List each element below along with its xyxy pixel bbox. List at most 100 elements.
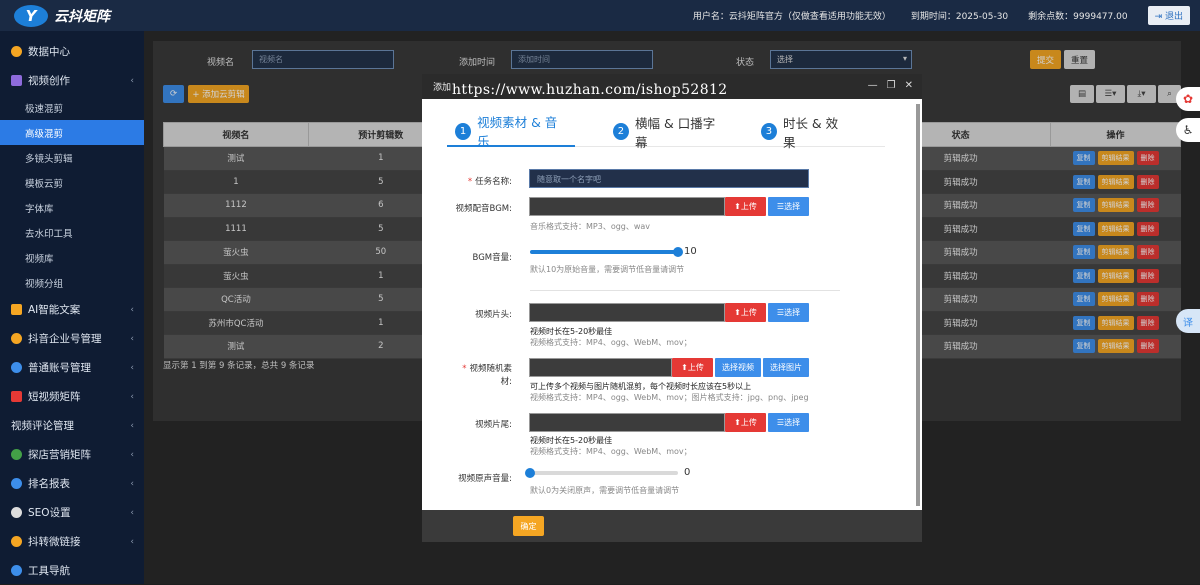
sidebar-subitem[interactable]: 视频库: [0, 245, 144, 270]
step-number: 2: [612, 123, 630, 140]
step-tabs: 1 视频素材 & 音乐 2 横幅 & 口播字幕 3 时长 & 效果: [447, 115, 885, 150]
chevron-down-icon: ‹: [130, 391, 134, 402]
tail-upload-button[interactable]: ⬆ 上传: [725, 413, 766, 432]
logout-icon: ⇥: [1154, 12, 1165, 22]
sidebar-item-ai-copy[interactable]: AI智能文案 ‹: [0, 295, 144, 324]
sidebar-item-label: 探店营销矩阵: [28, 449, 91, 461]
sidebar-item-seo[interactable]: SEO设置 ‹: [0, 498, 144, 527]
modal-footer: 确定: [422, 510, 922, 542]
sidebar-item-rank-report[interactable]: 排名报表 ‹: [0, 469, 144, 498]
sidebar-item-link-convert[interactable]: 抖转微链接 ‹: [0, 527, 144, 556]
bgm-volume-slider[interactable]: [530, 247, 683, 257]
random-material-label: * 视频随机素材:: [462, 364, 512, 387]
choose-image-button[interactable]: 选择图片: [763, 358, 809, 377]
bgm-label: 视频配音BGM:: [455, 204, 512, 214]
logout-button[interactable]: ⇥ 退出: [1147, 6, 1190, 25]
video-tail-label: 视频片尾:: [475, 420, 512, 430]
matrix-icon: [11, 391, 22, 402]
sidebar-item-label: SEO设置: [28, 507, 71, 519]
random-upload-button[interactable]: ⬆ 上传: [672, 358, 713, 377]
sidebar-item-video-create[interactable]: 视频创作 ‹: [0, 66, 144, 95]
bgm-choose-button[interactable]: ☰ 选择: [768, 197, 809, 216]
original-volume-slider[interactable]: [525, 468, 678, 478]
step-label: 时长 & 效果: [782, 115, 839, 150]
sidebar-item-normal-account[interactable]: 普通账号管理 ‹: [0, 353, 144, 382]
logo-mark: Y: [14, 4, 48, 27]
original-volume-value: 0: [684, 467, 691, 478]
video-tail-input[interactable]: [529, 413, 725, 432]
list-icon: ☰: [776, 418, 785, 427]
head-upload-button[interactable]: ⬆ 上传: [725, 303, 766, 322]
sidebar-item-label: 短视频矩阵: [28, 391, 81, 403]
choose-label: 选择: [784, 418, 801, 427]
close-icon[interactable]: ✕: [905, 80, 913, 91]
tail-duration-hint: 视频时长在5-20秒最佳: [530, 436, 613, 445]
account-icon: [11, 362, 22, 373]
bgm-volume-hint: 默认10为原始音量，需要调节低音量请调节: [530, 265, 685, 274]
original-volume-label: 视频原声音量:: [458, 474, 512, 484]
random-material-input[interactable]: [529, 358, 672, 377]
minimize-icon[interactable]: —: [868, 80, 878, 91]
sidebar-subitem[interactable]: 字体库: [0, 195, 144, 220]
bgm-upload-button[interactable]: ⬆ 上传: [725, 197, 766, 216]
translate-icon[interactable]: 译: [1176, 309, 1200, 333]
ai-icon: [11, 304, 22, 315]
link-icon: [11, 536, 22, 547]
sidebar-item-label: 视频创作: [28, 75, 70, 87]
modal-title: 添加: [433, 83, 452, 93]
upload-label: 上传: [687, 363, 704, 372]
sidebar-subitem[interactable]: 视频分组: [0, 270, 144, 295]
upload-icon: ⬆: [734, 308, 741, 317]
logo-text: 云抖矩阵: [54, 8, 110, 25]
sidebar-item-tool-nav[interactable]: 工具导航: [0, 556, 144, 585]
head-duration-hint: 视频时长在5-20秒最佳: [530, 327, 613, 336]
sidebar-item-label: 抖转微链接: [28, 536, 81, 548]
choose-video-button[interactable]: 选择视频: [715, 358, 761, 377]
tab-step-3[interactable]: 3 时长 & 效果: [760, 116, 847, 150]
head-choose-button[interactable]: ☰ 选择: [768, 303, 809, 322]
choose-label: 选择: [784, 308, 801, 317]
divider: [530, 290, 840, 291]
side-float-icon[interactable]: ✿: [1176, 87, 1200, 111]
random-material-hint: 可上传多个视频与图片随机混剪，每个视频时长应该在5秒以上: [530, 382, 752, 391]
dashboard-icon: [11, 46, 22, 57]
modal-scrollbar[interactable]: [916, 104, 920, 506]
remaining-points: 剩余点数：9999477.00: [1028, 12, 1128, 22]
sidebar-subitem[interactable]: 极速混剪: [0, 95, 144, 120]
accessibility-icon[interactable]: ♿: [1176, 118, 1200, 142]
step-label: 视频素材 & 音乐: [477, 115, 558, 149]
sidebar-item-data-center[interactable]: 数据中心: [0, 37, 144, 66]
slider-handle[interactable]: [673, 247, 683, 257]
sidebar-subitem[interactable]: 去水印工具: [0, 220, 144, 245]
sidebar-item-douyin-enterprise[interactable]: 抖音企业号管理 ‹: [0, 324, 144, 353]
tab-step-2[interactable]: 2 横幅 & 口播字幕: [612, 116, 723, 150]
video-head-input[interactable]: [529, 303, 725, 322]
sidebar-item-store-marketing[interactable]: 探店营销矩阵 ‹: [0, 440, 144, 469]
confirm-button[interactable]: 确定: [513, 516, 544, 536]
sidebar-subitem[interactable]: 多镜头剪辑: [0, 145, 144, 170]
sidebar-item-label: 视频评论管理: [11, 420, 74, 432]
sidebar-item-comment-manage[interactable]: 视频评论管理 ‹: [0, 411, 144, 440]
bgm-volume-value: 10: [684, 246, 697, 257]
tail-format-hint: 视频格式支持：MP4、ogg、WebM、mov；: [530, 447, 692, 456]
tail-choose-button[interactable]: ☰ 选择: [768, 413, 809, 432]
tab-step-1[interactable]: 1 视频素材 & 音乐: [447, 115, 575, 149]
original-volume-hint: 默认0为关闭原声，需要调节低音量请调节: [530, 486, 680, 495]
task-name-input[interactable]: 随意取一个名字吧: [529, 169, 809, 188]
sidebar-subitem[interactable]: 模板云剪: [0, 170, 144, 195]
logo[interactable]: Y 云抖矩阵: [0, 0, 144, 31]
tool-icon: [11, 565, 22, 576]
bgm-file-input[interactable]: [529, 197, 725, 216]
chevron-down-icon: ‹: [130, 536, 134, 547]
sidebar-item-short-video-matrix[interactable]: 短视频矩阵 ‹: [0, 382, 144, 411]
maximize-icon[interactable]: ❐: [887, 80, 896, 91]
list-icon: ☰: [776, 308, 785, 317]
slider-handle[interactable]: [525, 468, 535, 478]
list-icon: ☰: [776, 202, 785, 211]
top-bar: Y 云抖矩阵 用户名：云抖矩阵官方（仅做查看适用功能无效） 到期时间：2025-…: [0, 0, 1200, 31]
add-modal: 添加 — ❐ ✕ 1 视频素材 & 音乐 2 横幅 & 口播字幕 3 时长 & 效果 …: [422, 74, 922, 542]
sidebar-subitem-active[interactable]: 高级混剪: [0, 120, 144, 145]
step-number: 3: [760, 123, 777, 140]
watermark-text: https://www.huzhan.com/ishop52812: [452, 82, 728, 98]
report-icon: [11, 478, 22, 489]
